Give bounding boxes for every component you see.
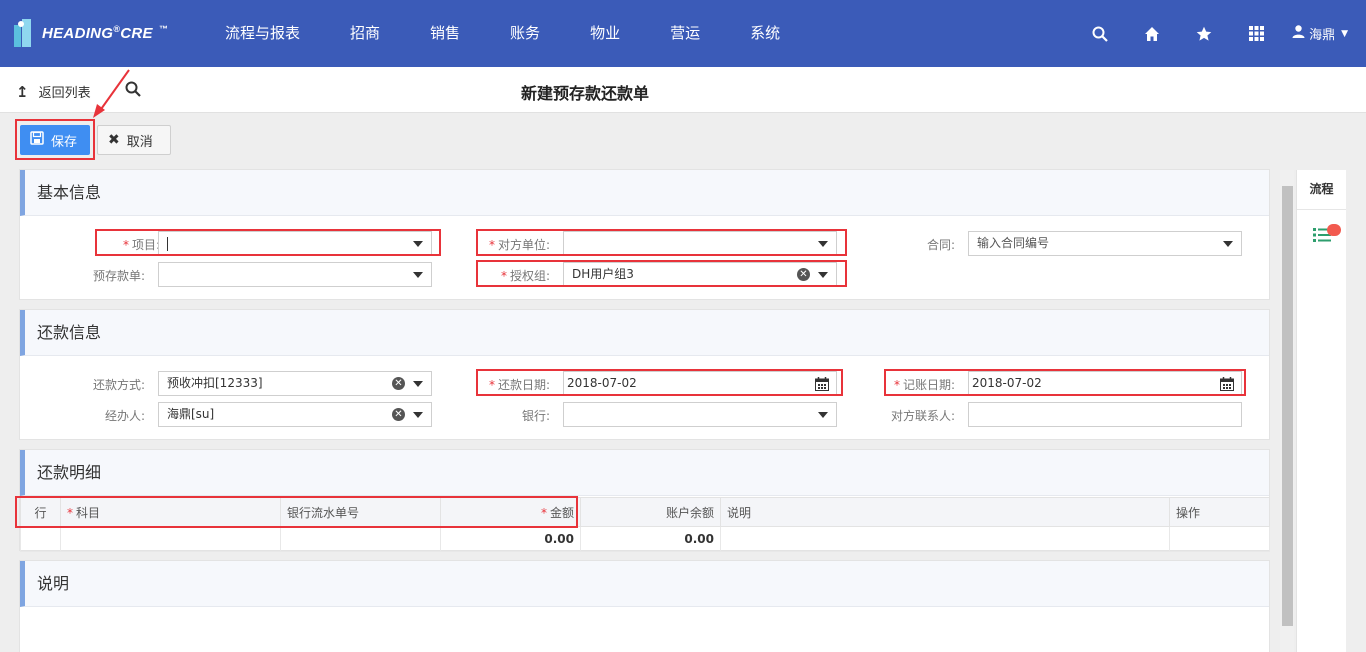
nav-item-reports[interactable]: 流程与报表: [210, 0, 315, 67]
logo-text: HEADING®CRE ™: [42, 24, 169, 42]
col-action: 操作: [1169, 497, 1270, 527]
side-panel: 流程: [1296, 170, 1346, 652]
user-name: 海鼎: [1309, 28, 1336, 43]
nav-item-leasing[interactable]: 招商: [335, 0, 395, 67]
method-label: 还款方式:: [92, 378, 145, 392]
contract-select[interactable]: 输入合同编号: [968, 231, 1242, 256]
contact-input[interactable]: [968, 402, 1242, 427]
search-icon[interactable]: [1074, 0, 1126, 67]
highlight-box: [884, 369, 1246, 396]
handler-select[interactable]: 海鼎[su] ✕: [158, 402, 432, 427]
nav-item-sales[interactable]: 销售: [415, 0, 475, 67]
highlight-box: [15, 496, 578, 528]
save-icon: [30, 131, 44, 149]
prepay-label: 预存款单:: [92, 269, 145, 283]
col-note: 说明: [720, 497, 1170, 527]
cancel-label: 取消: [126, 134, 153, 150]
page-title: 新建预存款还款单: [520, 84, 649, 103]
nav-item-operations[interactable]: 营运: [655, 0, 715, 67]
chevron-down-icon: [413, 381, 423, 387]
section-title: 还款信息: [20, 310, 1269, 356]
bank-label: 银行:: [521, 409, 550, 423]
clear-icon[interactable]: ✕: [392, 408, 405, 421]
chevron-down-icon: [818, 412, 828, 418]
top-tools: 海鼎 ▼: [1074, 0, 1348, 67]
handler-label: 经办人:: [104, 409, 145, 423]
method-select[interactable]: 预收冲扣[12333] ✕: [158, 371, 432, 396]
cancel-button[interactable]: ✖ 取消: [97, 125, 171, 155]
contact-label: 对方联系人:: [890, 409, 955, 423]
contract-label: 合同:: [926, 238, 955, 252]
highlight-box: [476, 369, 843, 396]
prepay-select[interactable]: [158, 262, 432, 287]
highlight-box: [476, 260, 847, 287]
total-balance: 0.00: [580, 526, 721, 552]
user-menu[interactable]: 海鼎 ▼: [1292, 24, 1348, 43]
section-title: 基本信息: [20, 170, 1269, 216]
chevron-down-icon: [413, 412, 423, 418]
bank-select[interactable]: [563, 402, 837, 427]
section-title: 还款明细: [20, 450, 1269, 496]
col-balance: 账户余额: [580, 497, 721, 527]
highlight-box: [476, 229, 847, 256]
top-navbar: HEADING®CRE ™ 流程与报表 招商 销售 账务 物业 营运 系统 海鼎 …: [0, 0, 1366, 67]
logo-icon: [14, 19, 36, 47]
scrollbar-thumb[interactable]: [1282, 186, 1293, 626]
nav-item-accounts[interactable]: 账务: [495, 0, 555, 67]
nav-item-property[interactable]: 物业: [575, 0, 635, 67]
close-icon: ✖: [108, 132, 120, 148]
notification-badge-icon: [1327, 224, 1341, 236]
note-panel: 说明: [19, 560, 1270, 652]
grid-icon[interactable]: [1230, 0, 1282, 67]
chevron-down-icon: [1223, 241, 1233, 247]
user-icon: [1292, 25, 1305, 42]
save-label: 保存: [51, 134, 78, 150]
total-amount: 0.00: [440, 526, 581, 552]
save-button[interactable]: 保存: [20, 125, 90, 155]
star-icon[interactable]: [1178, 0, 1230, 67]
table-total-row: 0.00 0.00: [20, 526, 1270, 552]
sub-header: ↥ 返回列表 新建预存款还款单: [0, 67, 1366, 113]
home-icon[interactable]: [1126, 0, 1178, 67]
annotation-arrow: [93, 69, 130, 118]
clear-icon[interactable]: ✕: [392, 377, 405, 390]
chevron-down-icon: ▼: [1341, 28, 1348, 39]
logo[interactable]: HEADING®CRE ™: [14, 18, 168, 48]
highlight-box: [95, 229, 441, 256]
chevron-down-icon: [413, 272, 423, 278]
nav-item-system[interactable]: 系统: [735, 0, 795, 67]
tab-process[interactable]: 流程: [1297, 170, 1346, 210]
main-nav: 流程与报表 招商 销售 账务 物业 营运 系统: [210, 0, 815, 67]
section-title: 说明: [20, 561, 1269, 607]
